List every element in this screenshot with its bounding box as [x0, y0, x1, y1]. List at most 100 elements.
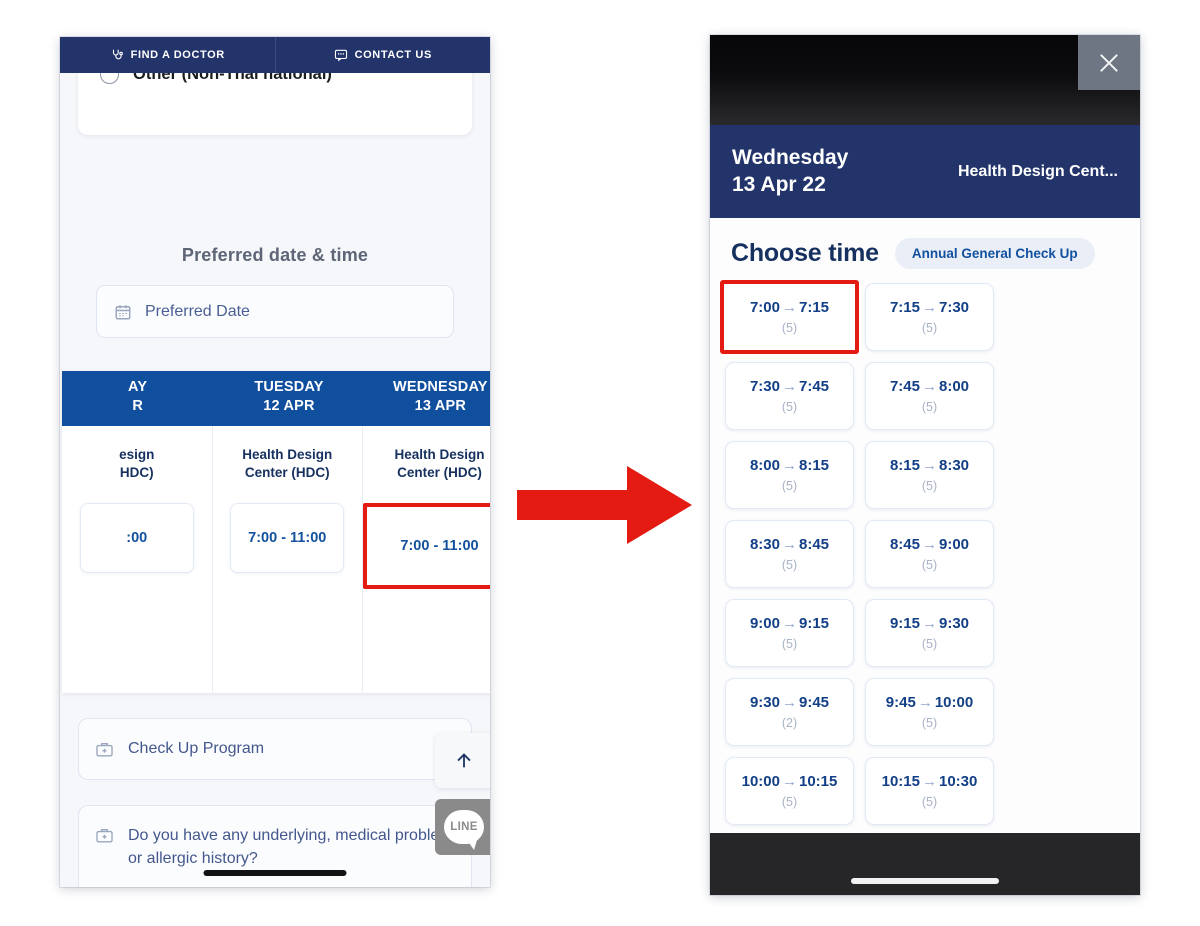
calendar-slot-2-selected[interactable]: 7:00 - 11:00 — [363, 503, 490, 590]
modal-date: Wednesday 13 Apr 22 — [732, 145, 848, 199]
modal-header: Wednesday 13 Apr 22 Health Design Cent..… — [710, 125, 1140, 218]
slot-end: 10:00 — [934, 694, 974, 711]
time-slot-count: (5) — [781, 400, 798, 414]
program-badge: Annual General Check Up — [894, 238, 1095, 269]
calendar-column-monday: esign HDC) :00 — [62, 426, 213, 693]
time-slot-count: (5) — [921, 716, 938, 730]
nav-contact-us-label: CONTACT US — [354, 49, 432, 61]
time-slot-range: 10:15 → 10:30 — [882, 773, 978, 790]
slot-end: 8:00 — [939, 378, 970, 395]
time-slot-count: (5) — [781, 558, 798, 572]
checkup-program-field[interactable]: Check Up Program — [78, 718, 472, 780]
arrow-right-icon: → — [782, 378, 797, 395]
line-chat-button[interactable]: LINE — [435, 799, 490, 855]
slot-start: 7:45 — [889, 378, 920, 395]
nav-contact-us[interactable]: CONTACT US — [276, 48, 491, 62]
left-phone-screen: Other (Non-Thai national) Preferred date… — [60, 37, 490, 887]
slot-start: 8:45 — [889, 536, 920, 553]
preferred-date-input[interactable]: Preferred Date — [96, 285, 454, 338]
arrow-right-icon: → — [922, 299, 937, 316]
time-slot-selected[interactable]: 7:00 → 7:15 (5) — [720, 280, 859, 354]
slot-end: 9:30 — [939, 615, 970, 632]
time-slot-range: 9:30 → 9:45 — [750, 694, 829, 711]
calendar-header-col-1: TUESDAY 12 APR — [254, 379, 324, 414]
slot-start: 8:00 — [749, 457, 780, 474]
calendar-header-col-0: AY R — [128, 379, 148, 414]
time-slot-count: (5) — [921, 400, 938, 414]
home-indicator — [851, 878, 999, 884]
time-slot-count: (5) — [921, 558, 938, 572]
time-slot-count: (5) — [781, 795, 798, 809]
arrow-right-icon: → — [782, 694, 797, 711]
medkit-icon — [96, 742, 113, 757]
arrow-right-icon: → — [922, 536, 937, 553]
screenshot-stage: Other (Non-Thai national) Preferred date… — [0, 0, 1200, 926]
time-slot[interactable]: 10:00 → 10:15 (5) — [725, 757, 854, 825]
time-slot[interactable]: 7:45 → 8:00 (5) — [865, 362, 994, 430]
calendar-body-row: esign HDC) :00 Health Design Center (HDC… — [62, 426, 490, 693]
slot-start: 8:15 — [889, 457, 920, 474]
line-label: LINE — [450, 821, 478, 833]
nav-find-a-doctor[interactable]: FIND A DOCTOR — [60, 48, 275, 62]
preferred-date-time-title: Preferred date & time — [181, 245, 369, 265]
close-modal-button[interactable] — [1078, 35, 1140, 90]
arrow-right-icon: → — [782, 299, 797, 316]
medkit-icon — [96, 828, 113, 843]
slot-end: 7:15 — [799, 299, 830, 316]
time-slot-count: (5) — [781, 637, 798, 651]
time-slot-count: (5) — [781, 321, 798, 335]
arrow-right-icon: → — [782, 457, 797, 474]
time-slot[interactable]: 9:30 → 9:45 (2) — [725, 678, 854, 746]
slot-end: 9:15 — [799, 615, 830, 632]
slot-end: 9:00 — [939, 536, 970, 553]
time-slot[interactable]: 10:15 → 10:30 (5) — [865, 757, 994, 825]
calendar-location-2: Health Design Center (HDC) — [394, 447, 485, 481]
time-slot-range: 8:45 → 9:00 — [890, 536, 969, 553]
slot-start: 9:00 — [749, 615, 780, 632]
time-slot[interactable]: 8:15 → 8:30 (5) — [865, 441, 994, 509]
slot-end: 8:30 — [939, 457, 970, 474]
time-slot[interactable]: 7:30 → 7:45 (5) — [725, 362, 854, 430]
time-slot[interactable]: 9:45 → 10:00 (5) — [865, 678, 994, 746]
slot-end: 7:30 — [939, 299, 970, 316]
calendar-slot-0[interactable]: :00 — [79, 503, 194, 574]
time-slot-count: (5) — [781, 479, 798, 493]
time-slot[interactable]: 8:00 → 8:15 (5) — [725, 441, 854, 509]
modal-location: Health Design Cent... — [957, 162, 1118, 180]
right-phone-screen: Wednesday 13 Apr 22 Health Design Cent..… — [710, 35, 1140, 895]
choose-time-title: Choose time — [731, 239, 879, 267]
preferred-date-placeholder: Preferred Date — [145, 302, 250, 320]
line-icon: LINE — [444, 810, 484, 850]
slot-start: 9:30 — [749, 694, 780, 711]
time-slot-count: (5) — [921, 637, 938, 651]
time-slot-range: 9:45 → 10:00 — [886, 694, 973, 711]
right-phone-dark-top — [710, 35, 1140, 125]
calendar-location-0: esign HDC) — [119, 447, 155, 481]
time-slot-range: 7:00 → 7:15 — [750, 299, 829, 316]
time-slot[interactable]: 8:45 → 9:00 (5) — [865, 520, 994, 588]
chat-icon — [334, 48, 348, 62]
time-slot[interactable]: 7:15 → 7:30 (5) — [865, 283, 994, 351]
home-indicator — [203, 870, 347, 876]
slot-start: 9:15 — [889, 615, 920, 632]
nav-find-a-doctor-label: FIND A DOCTOR — [130, 49, 225, 61]
time-slot-grid: 7:00 → 7:15 (5) 7:15 → 7:30 (5) 7:30 → 7:45 (5) 7:45… — [720, 280, 1125, 895]
time-slot-range: 7:30 → 7:45 — [750, 378, 829, 395]
time-slot-count: (5) — [921, 479, 938, 493]
slot-start: 10:15 — [881, 773, 920, 790]
time-slot[interactable]: 8:30 → 8:45 (5) — [725, 520, 854, 588]
time-slot[interactable]: 9:00 → 9:15 (5) — [725, 599, 854, 667]
time-slot-count: (5) — [921, 795, 938, 809]
slot-start: 7:00 — [749, 299, 780, 316]
choose-time-sheet: Choose time Annual General Check Up 7:00… — [710, 218, 1140, 895]
left-page-content: Other (Non-Thai national) Preferred date… — [60, 37, 490, 887]
time-slot-range: 8:30 → 8:45 — [750, 536, 829, 553]
calendar-slot-1[interactable]: 7:00 - 11:00 — [230, 503, 345, 574]
scroll-to-top-button[interactable] — [435, 733, 490, 788]
calendar-header-col-2: WEDNESDAY 13 APR — [392, 379, 488, 414]
time-slot-range: 7:45 → 8:00 — [890, 378, 969, 395]
time-slot[interactable]: 9:15 → 9:30 (5) — [865, 599, 994, 667]
calendar-column-tuesday: Health Design Center (HDC) 7:00 - 11:00 — [213, 426, 363, 693]
left-top-navbar: FIND A DOCTOR CONTACT US — [60, 37, 490, 73]
arrow-right-icon: → — [922, 378, 937, 395]
